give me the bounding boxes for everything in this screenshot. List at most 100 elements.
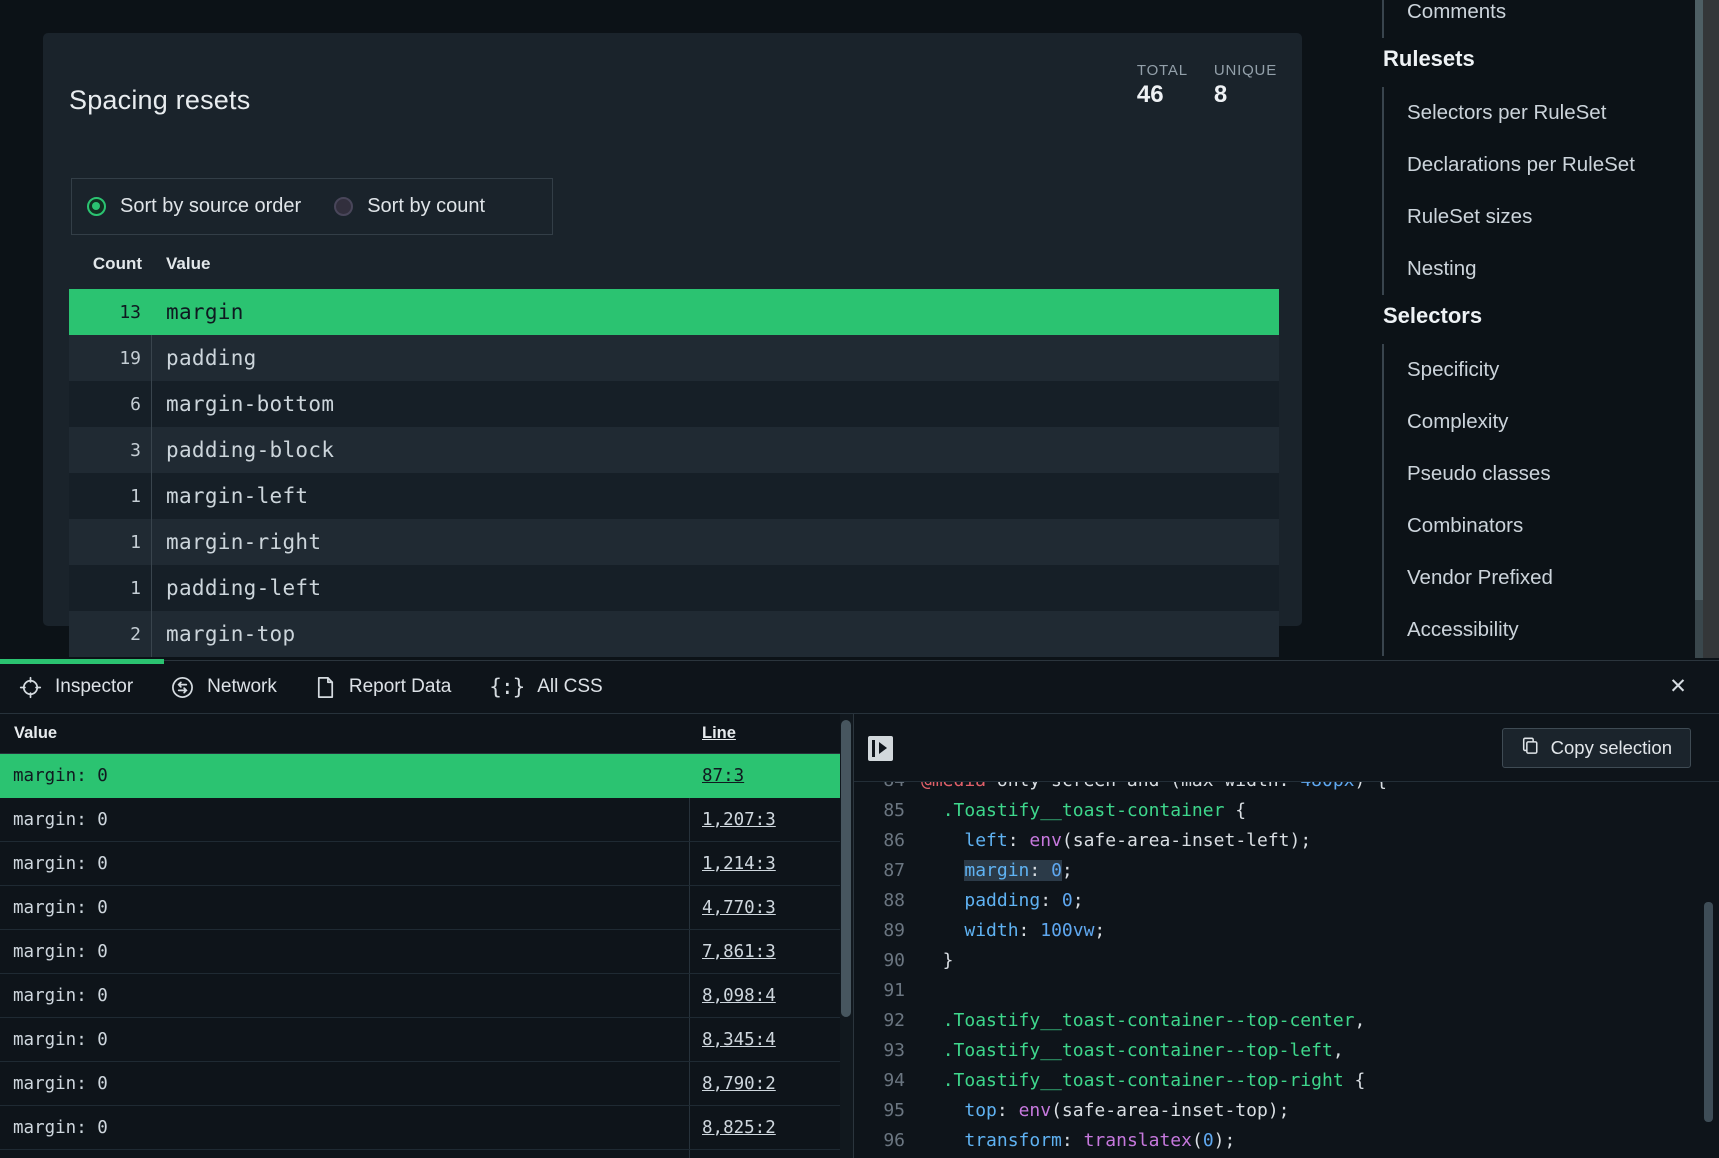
sort-option-1[interactable]: Sort by count [334, 195, 485, 218]
declaration-value: margin: 0 [0, 1018, 689, 1061]
table-row[interactable]: 1margin-right [69, 519, 1279, 565]
code-line: 84@media only screen and (max-width: 480… [866, 782, 1719, 796]
sidebar-item-comments[interactable]: Comments [1407, 0, 1682, 38]
line-link[interactable]: 8,790:2 [702, 1074, 776, 1094]
expand-panel-button[interactable] [868, 736, 893, 761]
table-scrollbar-thumb[interactable] [841, 720, 851, 1017]
crosshair-icon [19, 676, 42, 699]
table-row[interactable]: 6margin-bottom [69, 381, 1279, 427]
row-count: 6 [69, 381, 152, 427]
sidebar-scrollbar-thumb[interactable] [1695, 0, 1703, 600]
code-text: } [921, 946, 954, 976]
copy-selection-button[interactable]: Copy selection [1502, 728, 1691, 768]
radio-icon[interactable] [334, 197, 353, 216]
code-line: 93 .Toastify__toast-container--top-left, [866, 1036, 1719, 1066]
value-line-row[interactable]: margin: 0 [0, 1150, 840, 1158]
line-link[interactable]: 1,207:3 [702, 810, 776, 830]
value-line-row[interactable]: margin: 08,790:2 [0, 1062, 840, 1106]
row-count: 1 [69, 519, 152, 565]
value-line-row[interactable]: margin: 0 4,770:3 [0, 886, 840, 930]
stat-value: 8 [1214, 81, 1277, 109]
sidebar-item-accessibility[interactable]: Accessibility [1407, 604, 1682, 656]
row-value: margin-left [152, 484, 308, 508]
sidebar-item-selectors-per-ruleset[interactable]: Selectors per RuleSet [1407, 87, 1682, 139]
row-count: 1 [69, 473, 152, 519]
tab-all-css[interactable]: {:} All CSS [489, 675, 602, 699]
sidebar-scrollbar[interactable] [1695, 0, 1703, 658]
code-line: 90 } [866, 946, 1719, 976]
sidebar-item-nesting[interactable]: Nesting [1407, 243, 1682, 295]
code-line: 86 left: env(safe-area-inset-left); [866, 826, 1719, 856]
line-number: 87 [866, 856, 905, 886]
value-line-row[interactable]: margin: 0 8,345:4 [0, 1018, 840, 1062]
sidebar-item-declarations-per-ruleset[interactable]: Declarations per RuleSet [1407, 139, 1682, 191]
line-link[interactable]: 8,098:4 [702, 986, 776, 1006]
stat-label: UNIQUE [1214, 62, 1277, 79]
tab-report-data[interactable]: Report Data [315, 676, 451, 699]
value-line-row[interactable]: margin: 0 8,825:2 [0, 1106, 840, 1150]
code-text: top: env(safe-area-inset-top); [921, 1096, 1290, 1126]
value-line-row[interactable]: margin: 01,207:3 [0, 798, 840, 842]
inspector-split: Value Line margin: 087:3margin: 01,207:3… [0, 713, 1719, 1158]
braces-icon: {:} [489, 675, 524, 699]
line-number: 86 [866, 826, 905, 856]
table-row[interactable]: 2margin-top [69, 611, 1279, 657]
value-line-row[interactable]: margin: 07,861:3 [0, 930, 840, 974]
table-scrollbar[interactable] [840, 714, 853, 1158]
line-link[interactable]: 8,825:2 [702, 1118, 776, 1138]
row-value: padding-block [152, 438, 334, 462]
value-line-row[interactable]: margin: 01,214:3 [0, 842, 840, 886]
table-row[interactable]: 13margin [69, 289, 1279, 335]
sidebar-heading-selectors[interactable]: Selectors [1383, 303, 1682, 329]
value-line-row[interactable]: margin: 08,098:4 [0, 974, 840, 1018]
line-link[interactable]: 4,770:3 [702, 898, 776, 918]
sidebar-item-combinators[interactable]: Combinators [1407, 500, 1682, 552]
line-link[interactable]: 1,214:3 [702, 854, 776, 874]
tab-label: Network [207, 676, 277, 698]
row-count: 2 [69, 611, 152, 657]
sidebar-item-vendor-prefixed[interactable]: Vendor Prefixed [1407, 552, 1682, 604]
row-value: margin-top [152, 622, 295, 646]
table-row[interactable]: 3padding-block [69, 427, 1279, 473]
inspector-tabbar: Inspector Network Report Data {:} All CSS ✕ [0, 661, 1719, 713]
tab-inspector[interactable]: Inspector [19, 676, 133, 699]
line-sort-header[interactable]: Line [702, 724, 736, 743]
row-count: 13 [69, 289, 152, 335]
close-icon[interactable]: ✕ [1665, 674, 1691, 700]
code-body[interactable]: 84@media only screen and (max-width: 480… [854, 782, 1719, 1158]
sidebar-heading-rulesets[interactable]: Rulesets [1383, 46, 1682, 72]
declaration-value: margin: 0 [0, 754, 689, 797]
radio-icon[interactable] [87, 197, 106, 216]
sort-option-0[interactable]: Sort by source order [87, 195, 301, 218]
spacing-resets-card: Spacing resets TOTAL46UNIQUE8 Sort by so… [43, 33, 1302, 626]
tab-network[interactable]: Network [171, 676, 277, 699]
code-text: margin: 0; [921, 856, 1073, 886]
sidebar-item-ruleset-sizes[interactable]: RuleSet sizes [1407, 191, 1682, 243]
line-number: 93 [866, 1036, 905, 1066]
line-link[interactable]: 7,861:3 [702, 942, 776, 962]
line-link[interactable]: 8,345:4 [702, 1030, 776, 1050]
row-count: 19 [69, 335, 152, 381]
declaration-value: margin: 0 [0, 886, 689, 929]
line-link[interactable]: 87:3 [702, 766, 744, 786]
table-row[interactable]: 1margin-left [69, 473, 1279, 519]
window-scrollbar-gutter [1703, 0, 1719, 658]
stat-total: TOTAL46 [1137, 62, 1188, 109]
line-number: 85 [866, 796, 905, 826]
sidebar-item-pseudo-classes[interactable]: Pseudo classes [1407, 448, 1682, 500]
code-line: 91 [866, 976, 1719, 1006]
code-scrollbar-thumb[interactable] [1704, 902, 1713, 1122]
stat-unique: UNIQUE 8 [1214, 62, 1277, 109]
stats-summary: TOTAL46 UNIQUE 8 [1137, 62, 1277, 109]
declaration-value: margin: 0 [0, 1106, 689, 1149]
row-count: 1 [69, 565, 152, 611]
tab-label: All CSS [537, 676, 602, 698]
sidebar-item-specificity[interactable]: Specificity [1407, 344, 1682, 396]
table-row[interactable]: 1padding-left [69, 565, 1279, 611]
value-line-row[interactable]: margin: 0 87:3 [0, 754, 840, 798]
sidebar-group: SpecificityComplexityPseudo classesCombi… [1382, 344, 1682, 656]
table-row[interactable]: 19padding [69, 335, 1279, 381]
app: { "colors": { "accent_green": "#2bc371",… [0, 0, 1719, 1158]
spacing-table: Count Value 13margin19padding6margin-bot… [69, 239, 1279, 657]
sidebar-item-complexity[interactable]: Complexity [1407, 396, 1682, 448]
